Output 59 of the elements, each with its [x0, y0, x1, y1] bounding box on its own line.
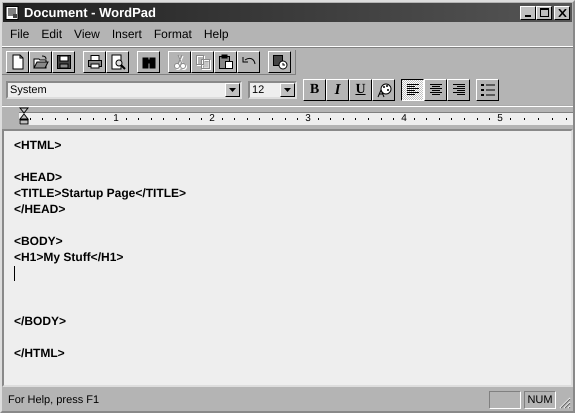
color-button[interactable] [372, 79, 395, 101]
maximize-icon [540, 8, 548, 17]
paste-button[interactable] [214, 51, 237, 73]
ruler-number: 3 [304, 113, 312, 124]
datetime-button[interactable] [268, 51, 291, 73]
menu-item[interactable]: File [4, 25, 36, 43]
close-button[interactable] [554, 6, 570, 20]
undo-button[interactable] [237, 51, 260, 73]
menu-item[interactable]: Insert [106, 25, 148, 43]
save-button[interactable] [52, 51, 75, 73]
window-title: Document - WordPad [24, 5, 156, 20]
status-indicator: NUM [524, 391, 556, 409]
text-align-icon [428, 84, 442, 96]
document-icon [5, 6, 19, 20]
menu-item[interactable]: Format [148, 25, 198, 43]
text-line: <H1>My Stuff</H1> [14, 250, 124, 264]
font-dropdown[interactable]: System [6, 81, 242, 99]
minimize-button[interactable] [520, 6, 536, 20]
text-line: <TITLE>Startup Page</TITLE> [14, 186, 186, 200]
cut-button[interactable] [168, 51, 191, 73]
text-line: <HTML> [14, 138, 62, 152]
text-align-icon [406, 84, 420, 96]
ruler-number: 5 [496, 113, 504, 124]
align-right-button[interactable] [447, 79, 470, 101]
menu-item[interactable]: Edit [35, 25, 68, 43]
menu-item[interactable]: Help [198, 25, 235, 43]
align-left-button[interactable] [401, 79, 424, 101]
ruler-number: 1 [112, 113, 120, 124]
preview-button[interactable] [106, 51, 129, 73]
close-icon [558, 8, 566, 16]
resize-grip-icon[interactable] [559, 397, 571, 409]
status-text: For Help, press F1 [8, 394, 100, 406]
ruler-number: 2 [208, 113, 216, 124]
underline-button[interactable]: U [349, 79, 372, 101]
status-pane [489, 391, 521, 409]
text-line: <HEAD> [14, 170, 62, 184]
bold-button[interactable]: B [303, 79, 326, 101]
align-center-button[interactable] [424, 79, 447, 101]
bullets-button[interactable] [476, 79, 499, 101]
text-cursor [14, 266, 15, 282]
document-area[interactable]: <HTML> <HEAD> <TITLE>Startup Page</TITLE> </HEAD> <BODY> <H1>My Stuff</H1> </BODY> </HTML> [2, 129, 573, 387]
text-line: </BODY> [14, 314, 66, 328]
minimize-icon [525, 14, 531, 16]
new-button[interactable] [6, 51, 29, 73]
ruler-number: 4 [400, 113, 408, 124]
palette-icon [376, 82, 392, 98]
find-button[interactable] [137, 51, 160, 73]
menu-item[interactable]: View [68, 25, 106, 43]
font-size-dropdown[interactable]: 12 [248, 81, 297, 99]
italic-button[interactable]: I [326, 79, 349, 101]
text-line: <BODY> [14, 234, 63, 248]
text-line: </HTML> [14, 346, 65, 360]
print-button[interactable] [83, 51, 106, 73]
text-line: </HEAD> [14, 202, 66, 216]
open-button[interactable] [29, 51, 52, 73]
maximize-button[interactable] [536, 6, 552, 20]
text-align-icon [452, 84, 466, 96]
copy-button[interactable] [191, 51, 214, 73]
bullet-list-icon [480, 84, 494, 96]
